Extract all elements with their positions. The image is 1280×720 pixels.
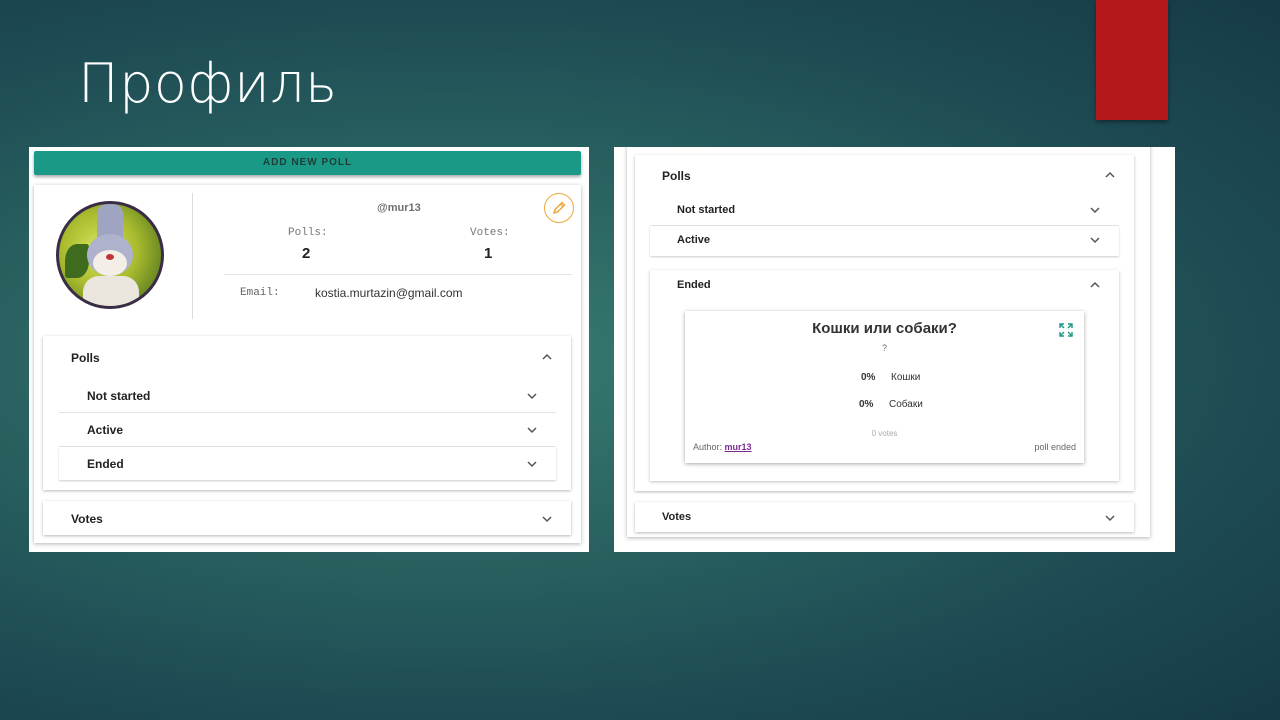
subsection-label: Ended xyxy=(87,457,124,471)
polls-count-value: 2 xyxy=(302,245,311,262)
slide-title: Профиль xyxy=(78,52,338,115)
email-label: Email: xyxy=(240,287,280,299)
accent-bar xyxy=(1096,0,1168,120)
polls-panel-header[interactable]: Polls xyxy=(662,169,691,183)
chevron-down-icon xyxy=(526,458,538,470)
votes-panel[interactable]: Votes xyxy=(635,502,1134,532)
subsection-label: Not started xyxy=(87,389,151,403)
polls-screenshot: Polls Not started Active Ended Votes Кош… xyxy=(614,147,1175,552)
add-new-poll-button[interactable]: ADD NEW POLL xyxy=(34,151,581,175)
polls-panel: Polls Not started Active Ended xyxy=(43,336,571,490)
chevron-down-icon xyxy=(526,424,538,436)
author-prefix: Author: xyxy=(693,442,723,452)
subsection-ended[interactable]: Ended xyxy=(59,447,556,480)
subsection-not-started[interactable]: Not started xyxy=(650,195,1119,225)
chevron-down-icon xyxy=(1089,234,1101,246)
subsection-label: Not started xyxy=(677,204,736,216)
chevron-up-icon[interactable] xyxy=(1089,279,1101,291)
avatar xyxy=(56,201,164,309)
chevron-down-icon xyxy=(1089,204,1101,216)
poll-author: Author: mur13 xyxy=(693,442,752,452)
subsection-active[interactable]: Active xyxy=(650,226,1119,256)
votes-count-label: Votes: xyxy=(470,227,510,239)
chevron-down-icon xyxy=(1104,512,1116,524)
username: @mur13 xyxy=(377,202,421,214)
divider xyxy=(192,193,193,319)
votes-panel-header: Votes xyxy=(71,512,103,526)
profile-screenshot: ADD NEW POLL @mur13 Polls: 2 Votes: 1 Em… xyxy=(29,147,589,552)
poll-votes-count: 0 votes xyxy=(871,429,898,438)
subsection-label[interactable]: Ended xyxy=(677,279,711,291)
subsection-label: Active xyxy=(87,423,124,437)
poll-title: Кошки или собаки? xyxy=(812,320,957,337)
subsection-not-started[interactable]: Not started xyxy=(59,379,556,412)
subsection-label: Active xyxy=(677,234,711,246)
chevron-down-icon xyxy=(541,513,553,525)
votes-panel[interactable]: Votes xyxy=(43,501,571,535)
votes-count-value: 1 xyxy=(484,245,493,262)
divider xyxy=(224,274,572,275)
option-percent: 0% xyxy=(859,399,874,410)
polls-panel-header[interactable]: Polls xyxy=(71,351,100,365)
edit-profile-button[interactable] xyxy=(544,193,574,223)
polls-count-label: Polls: xyxy=(288,227,328,239)
option-percent: 0% xyxy=(861,372,876,383)
pencil-icon xyxy=(553,201,566,214)
option-name[interactable]: Кошки xyxy=(891,372,920,383)
votes-panel-header: Votes xyxy=(662,511,692,523)
chevron-up-icon[interactable] xyxy=(1104,169,1116,181)
poll-card: Кошки или собаки? ? 0% Кошки 0% Собаки 0… xyxy=(685,311,1084,463)
expand-icon[interactable] xyxy=(1059,323,1073,337)
profile-card: @mur13 Polls: 2 Votes: 1 Email: kostia.m… xyxy=(34,185,581,543)
poll-description: ? xyxy=(881,343,887,353)
poll-status: poll ended xyxy=(1034,442,1076,452)
email-value: kostia.murtazin@gmail.com xyxy=(315,286,463,300)
chevron-down-icon xyxy=(526,390,538,402)
chevron-up-icon[interactable] xyxy=(541,351,553,363)
subsection-active[interactable]: Active xyxy=(59,413,556,446)
option-name[interactable]: Собаки xyxy=(889,399,923,410)
author-link[interactable]: mur13 xyxy=(725,442,752,452)
